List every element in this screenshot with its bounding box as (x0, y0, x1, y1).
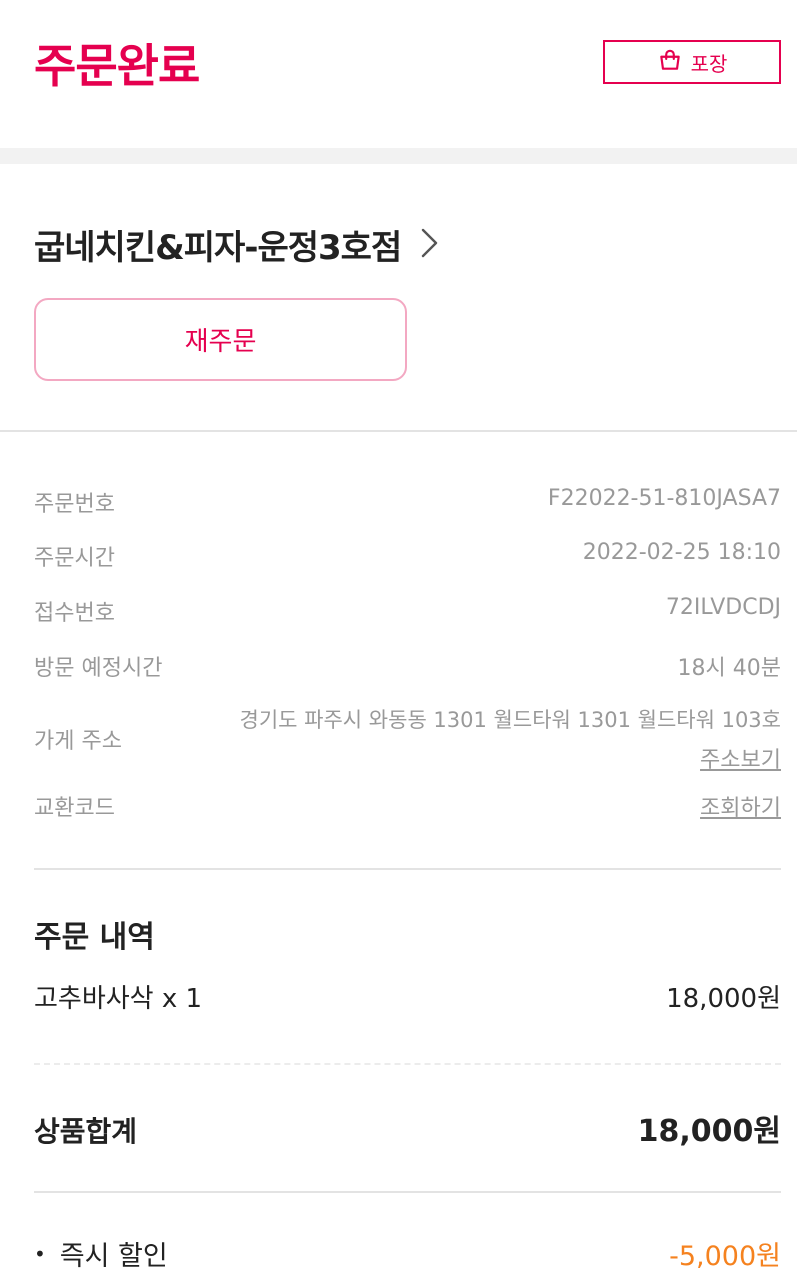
divider (34, 1191, 781, 1193)
store-section: 굽네치킨&피자-운정3호점 재주문 (0, 164, 797, 432)
chevron-right-icon (419, 226, 441, 264)
discount-label: 즉시 할인 (59, 1241, 168, 1272)
order-item-name: 고추바사삭 x 1 (34, 984, 203, 1014)
discount-label-group: • 즉시 할인 (34, 1234, 168, 1273)
order-number-label: 주문번호 (34, 492, 115, 517)
takeout-badge-label: 포장 (690, 51, 728, 76)
order-time-label: 주문시간 (34, 546, 115, 571)
store-address-block: 경기도 파주시 와동동 1301 월드타워 1301 월드타워 103호 주소보… (240, 704, 781, 774)
dashed-divider (34, 1063, 781, 1065)
exchange-code-label: 교환코드 (34, 796, 115, 821)
subtotal-value: 18,000원 (637, 1114, 781, 1149)
exchange-code-link[interactable]: 조회하기 (700, 790, 781, 822)
visit-time-value: 18시 40분 (677, 656, 781, 681)
exchange-code-row: 교환코드 조회하기 (34, 790, 781, 822)
store-name: 굽네치킨&피자-운정3호점 (34, 228, 402, 268)
receipt-number-row: 접수번호 72ILVDCDJ (34, 595, 781, 627)
receipt-number-label: 접수번호 (34, 601, 115, 626)
receipt-number-value: 72ILVDCDJ (665, 595, 781, 620)
order-item-row: 고추바사삭 x 1 18,000원 (34, 978, 781, 1015)
store-address-row: 가게 주소 경기도 파주시 와동동 1301 월드타워 1301 월드타워 10… (34, 704, 781, 774)
store-address-value: 경기도 파주시 와동동 1301 월드타워 1301 월드타워 103호 (239, 708, 781, 732)
shopping-bag-icon (657, 47, 683, 78)
view-address-link[interactable]: 주소보기 (700, 742, 781, 774)
order-item-price: 18,000원 (666, 984, 781, 1014)
order-details-title: 주문 내역 (34, 920, 155, 955)
order-number-row: 주문번호 F22022-51-810JASA7 (34, 486, 781, 518)
header: 주문완료 포장 (0, 0, 797, 148)
section-separator (0, 148, 797, 164)
store-link[interactable]: 굽네치킨&피자-운정3호점 (34, 220, 441, 269)
order-time-value: 2022-02-25 18:10 (582, 540, 781, 565)
store-address-label: 가게 주소 (34, 729, 122, 754)
discount-row: • 즉시 할인 -5,000원 (34, 1234, 781, 1273)
visit-time-row: 방문 예정시간 18시 40분 (34, 650, 781, 682)
page-title: 주문완료 (34, 39, 200, 93)
divider (34, 868, 781, 870)
takeout-badge: 포장 (603, 40, 781, 84)
bullet: • (34, 1241, 46, 1266)
discount-value: -5,000원 (669, 1241, 781, 1272)
visit-time-label: 방문 예정시간 (34, 656, 163, 681)
order-time-row: 주문시간 2022-02-25 18:10 (34, 540, 781, 572)
subtotal-row: 상품합계 18,000원 (34, 1106, 781, 1150)
subtotal-label: 상품합계 (34, 1115, 138, 1148)
order-number-value: F22022-51-810JASA7 (547, 486, 781, 511)
reorder-button[interactable]: 재주문 (34, 298, 407, 381)
